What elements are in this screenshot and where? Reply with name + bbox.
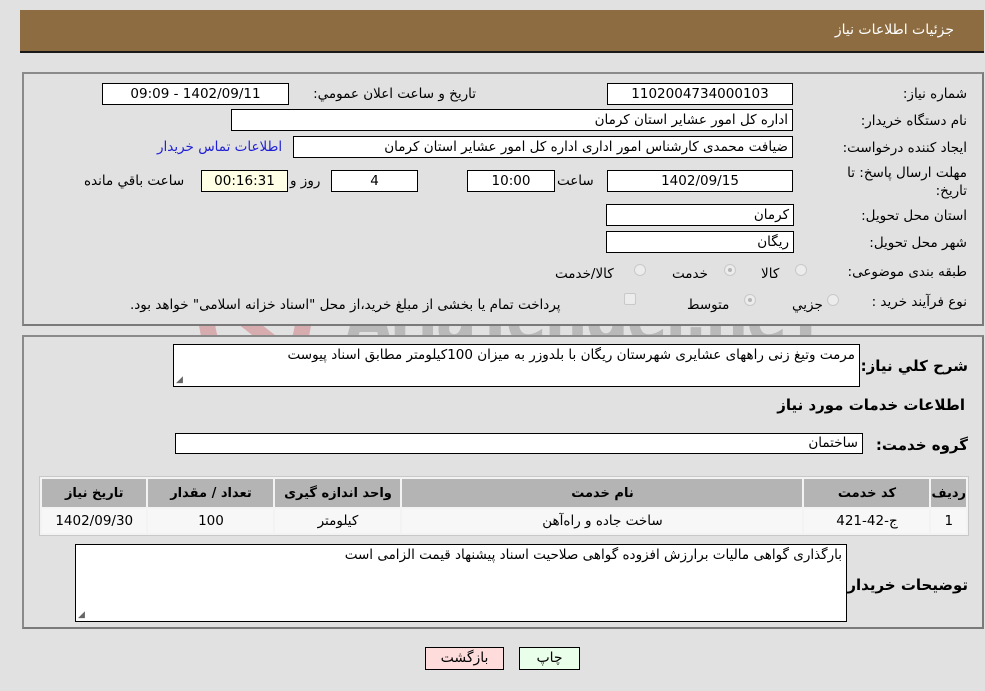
col-unit: واحد اندازه گيری xyxy=(275,479,401,507)
buyer-notes-label: توضيحات خريدار: xyxy=(841,576,968,594)
city-label: شهر محل تحويل: xyxy=(869,235,967,251)
services-table-wrap: رديف کد خدمت نام خدمت واحد اندازه گيری ت… xyxy=(39,476,969,536)
cell-service-name: ساخت جاده و راه‌آهن xyxy=(402,509,803,533)
col-row-number: رديف xyxy=(931,479,966,507)
resize-grip-icon[interactable]: ◢ xyxy=(78,610,85,620)
province-label: استان محل تحويل: xyxy=(861,208,967,224)
need-number-label: شماره نياز: xyxy=(902,86,967,102)
category-label: طبقه بندی موضوعی: xyxy=(847,264,967,280)
buyer-org-field: اداره کل امور عشاير استان کرمان xyxy=(231,109,793,131)
category-option-goods: کالا xyxy=(761,266,780,282)
col-quantity: تعداد / مقدار xyxy=(148,479,274,507)
col-service-code: کد خدمت xyxy=(804,479,930,507)
description-textarea[interactable]: مرمت وتيغ زنی راههای عشايری شهرستان ريگا… xyxy=(173,344,860,387)
service-group-label: گروه خدمت: xyxy=(875,436,968,454)
category-radio-goods-service[interactable] xyxy=(634,264,646,276)
remaining-time-label: ساعت باقي مانده xyxy=(84,173,185,189)
deadline-time-label: ساعت xyxy=(557,173,594,189)
table-header-row: رديف کد خدمت نام خدمت واحد اندازه گيری ت… xyxy=(42,479,966,507)
buyer-notes-textarea[interactable]: بارگذاری گواهی ماليات برارزش افزوده گواه… xyxy=(75,544,847,622)
deadline-date-field: 1402/09/15 xyxy=(607,170,793,192)
deadline-time-field: 10:00 xyxy=(467,170,555,192)
cell-service-code: ج-42-421 xyxy=(804,509,930,533)
buyer-contact-link[interactable]: اطلاعات تماس خريدار xyxy=(157,139,282,155)
services-table: رديف کد خدمت نام خدمت واحد اندازه گيری ت… xyxy=(39,476,969,536)
resize-grip-icon[interactable]: ◢ xyxy=(176,375,183,385)
category-option-goods-service: کالا/خدمت xyxy=(555,266,614,282)
need-number-field: 1102004734000103 xyxy=(607,83,793,105)
cell-quantity: 100 xyxy=(148,509,274,533)
province-field: کرمان xyxy=(606,204,794,226)
buyer-notes-text: بارگذاری گواهی ماليات برارزش افزوده گواه… xyxy=(344,547,842,563)
col-need-date: تاريخ نياز xyxy=(42,479,147,507)
creator-field: ضيافت محمدی کارشناس امور اداری اداره کل … xyxy=(293,136,793,158)
remaining-time-field: 00:16:31 xyxy=(201,170,288,192)
description-text: مرمت وتيغ زنی راههای عشايری شهرستان ريگا… xyxy=(287,347,855,363)
city-field: ريگان xyxy=(606,231,794,253)
process-type-label: نوع فرآيند خريد : xyxy=(871,294,967,310)
services-section-title: اطلاعات خدمات مورد نياز xyxy=(777,396,965,414)
service-group-field: ساختمان xyxy=(175,433,863,454)
process-option-minor: جزيي xyxy=(792,297,823,313)
process-radio-medium[interactable] xyxy=(744,294,756,306)
page-title: جزئيات اطلاعات نياز xyxy=(834,22,954,38)
category-option-service: خدمت xyxy=(672,266,708,282)
days-remaining-field: 4 xyxy=(331,170,418,192)
col-service-name: نام خدمت xyxy=(402,479,803,507)
category-radio-service[interactable] xyxy=(724,264,736,276)
deadline-label: مهلت ارسال پاسخ: تا تاريخ: xyxy=(847,165,967,199)
back-button[interactable]: بازگشت xyxy=(425,647,504,670)
treasury-note: پرداخت تمام يا بخشی از مبلغ خريد،از محل … xyxy=(130,297,561,313)
page-header: جزئيات اطلاعات نياز xyxy=(20,10,984,53)
table-row: 1 ج-42-421 ساخت جاده و راه‌آهن کيلومتر 1… xyxy=(42,509,966,533)
cell-unit: کيلومتر xyxy=(275,509,401,533)
process-radio-minor[interactable] xyxy=(827,294,839,306)
print-button[interactable]: چاپ xyxy=(519,647,580,670)
creator-label: ايجاد کننده درخواست: xyxy=(842,140,967,156)
cell-row-number: 1 xyxy=(931,509,966,533)
buyer-org-label: نام دستگاه خريدار: xyxy=(860,113,967,129)
announce-date-field: 1402/09/11 - 09:09 xyxy=(102,83,289,105)
process-option-medium: متوسط xyxy=(687,297,730,313)
cell-need-date: 1402/09/30 xyxy=(42,509,147,533)
announce-date-label: تاريخ و ساعت اعلان عمومي: xyxy=(313,86,476,102)
description-label: شرح کلي نياز: xyxy=(860,357,968,375)
treasury-checkbox[interactable] xyxy=(624,293,636,305)
category-radio-goods[interactable] xyxy=(795,264,807,276)
days-label: روز و xyxy=(290,173,321,189)
